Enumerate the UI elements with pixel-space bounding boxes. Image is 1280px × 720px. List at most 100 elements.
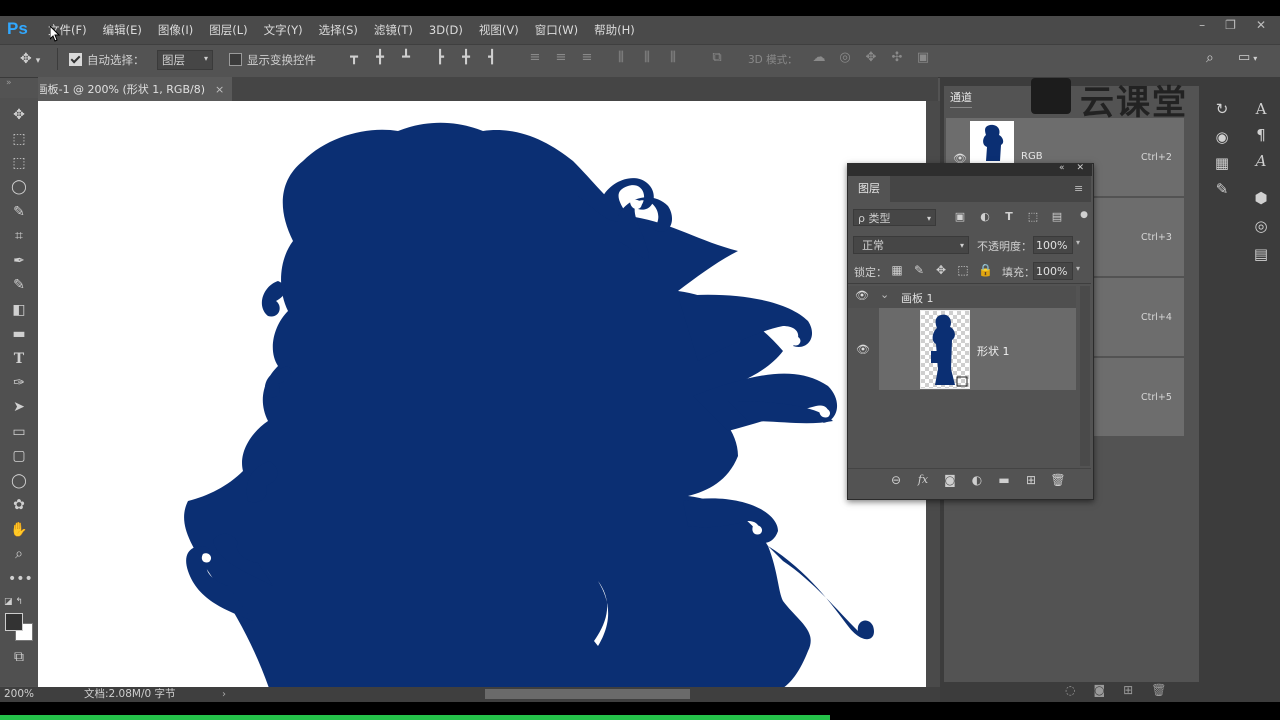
gradient-tool-icon[interactable]: ▬ [8, 324, 30, 344]
color-wheel-icon[interactable]: ◉ [1212, 128, 1232, 146]
3d-pan-icon[interactable]: ✥ [864, 51, 878, 65]
shape-visibility-eye-icon[interactable]: 👁 [856, 343, 870, 356]
layers-tab[interactable]: 图层 [848, 176, 890, 202]
ellipse-tool-icon[interactable]: ◯ [8, 471, 30, 491]
new-group-folder-icon[interactable]: ▬ [996, 473, 1012, 487]
auto-select-dropdown[interactable]: 图层 ▾ [157, 50, 213, 70]
align-bottom-icon[interactable]: ┻ [399, 51, 413, 65]
distribute-vcenter-icon[interactable]: ≡ [554, 51, 568, 65]
character-icon[interactable]: A [1251, 100, 1271, 118]
pixel-filter-icon[interactable]: ▣ [953, 210, 967, 223]
document-tab[interactable]: 画板-1 @ 200% (形状 1, RGB/8) * × [38, 77, 233, 101]
3d-roll-icon[interactable]: ◎ [838, 51, 852, 65]
horizontal-scrollbar-thumb[interactable] [485, 689, 690, 699]
auto-select-checkbox[interactable]: 自动选择： [69, 52, 145, 68]
menu-view[interactable]: 视图(V) [479, 22, 519, 38]
glyphs-icon[interactable]: A [1251, 152, 1271, 170]
restore-button[interactable]: ❐ [1225, 18, 1236, 32]
align-vcenter-icon[interactable]: ╋ [373, 51, 387, 65]
adjustment-filter-icon[interactable]: ◐ [978, 210, 992, 223]
crop-tool-icon[interactable]: ⌗ [8, 226, 30, 246]
type-filter-icon[interactable]: T [1002, 210, 1016, 223]
menu-window[interactable]: 窗口(W) [535, 22, 578, 38]
adobe-stock-icon[interactable]: ◎ [1251, 217, 1271, 235]
eraser-tool-icon[interactable]: ◧ [8, 300, 30, 320]
menu-layer[interactable]: 图层(L) [209, 22, 247, 38]
collapse-panel-icon[interactable]: « [1059, 163, 1065, 173]
artboard-tool-icon[interactable]: ⬚ [8, 129, 30, 149]
fill-dropdown-icon[interactable]: ▾ [1076, 264, 1080, 273]
save-selection-icon[interactable]: ◙ [1093, 683, 1105, 697]
link-layers-icon[interactable]: ⊖ [888, 473, 904, 487]
smart-object-filter-icon[interactable]: ▤ [1050, 210, 1064, 223]
new-channel-icon[interactable]: ⊞ [1123, 683, 1133, 697]
quick-select-tool-icon[interactable]: ✎ [8, 202, 30, 222]
align-right-icon[interactable]: ┫ [485, 51, 499, 65]
3d-slide-icon[interactable]: ✣ [890, 51, 904, 65]
default-colors-icon[interactable]: ◪ ↰ [4, 597, 23, 607]
distribute-right-icon[interactable]: ⫼ [666, 51, 680, 65]
lock-pixels-icon[interactable]: ✎ [912, 263, 926, 277]
distribute-left-icon[interactable]: ⫼ [614, 51, 628, 65]
type-tool-icon[interactable]: T [8, 349, 30, 369]
opacity-dropdown-icon[interactable]: ▾ [1076, 238, 1080, 247]
lasso-tool-icon[interactable]: ◯ [8, 177, 30, 197]
path-select-tool-icon[interactable]: ➤ [8, 397, 30, 417]
menu-type[interactable]: 文字(Y) [264, 22, 303, 38]
panel-menu-icon[interactable]: ≡ [1074, 182, 1083, 195]
screen-mode-icon[interactable]: ⧉ [8, 647, 30, 667]
distribute-bottom-icon[interactable]: ≡ [580, 51, 594, 65]
adjustment-layer-icon[interactable]: ◐ [969, 473, 985, 487]
close-panel-icon[interactable]: ✕ [1077, 163, 1085, 173]
lock-artboard-icon[interactable]: ⬚ [956, 263, 970, 277]
lock-position-icon[interactable]: ✥ [934, 263, 948, 277]
3d-scale-icon[interactable]: ▣ [916, 51, 930, 65]
menu-help[interactable]: 帮助(H) [594, 22, 635, 38]
layers-scrollbar[interactable] [1080, 286, 1090, 466]
brush-tool-icon[interactable]: ✎ [8, 275, 30, 295]
opacity-input[interactable]: 100% [1033, 236, 1073, 254]
libraries-icon[interactable]: ⬢ [1251, 189, 1271, 207]
menu-3d[interactable]: 3D(D) [429, 23, 463, 37]
foreground-color-swatch[interactable] [5, 613, 23, 631]
menu-select[interactable]: 选择(S) [319, 22, 358, 38]
shape-filter-icon[interactable]: ⬚ [1026, 210, 1040, 223]
brush-preset-icon[interactable]: ✎ [1212, 180, 1232, 198]
align-left-icon[interactable]: ┣ [433, 51, 447, 65]
channels-tab[interactable]: 通道 [950, 89, 972, 108]
more-tools-icon[interactable]: ••• [8, 569, 33, 589]
eyedropper-tool-icon[interactable]: ✒ [8, 251, 30, 271]
minimize-button[interactable]: – [1199, 18, 1205, 32]
align-top-icon[interactable]: ┳ [347, 51, 361, 65]
workspace-icon[interactable]: ▭ ▾ [1238, 50, 1257, 65]
collapse-tools-icon[interactable]: » [6, 78, 12, 88]
history-icon[interactable]: ↻ [1212, 100, 1232, 118]
canvas[interactable] [38, 101, 926, 687]
grid-icon[interactable]: ▦ [1212, 154, 1232, 172]
close-window-button[interactable]: ✕ [1256, 18, 1266, 32]
menu-image[interactable]: 图像(I) [158, 22, 193, 38]
pen-tool-icon[interactable]: ✑ [8, 373, 30, 393]
status-menu-arrow-icon[interactable]: › [222, 687, 226, 702]
zoom-level[interactable]: 200% [4, 687, 34, 702]
document-tab-close-icon[interactable]: × [215, 83, 224, 96]
auto-align-icon[interactable]: ⧉ [710, 51, 724, 65]
zoom-tool-icon[interactable]: ⌕ [8, 544, 30, 564]
new-layer-icon[interactable]: ⊞ [1023, 473, 1039, 487]
search-icon[interactable]: ⌕ [1206, 50, 1214, 66]
artboard-visibility-eye-icon[interactable]: 👁 [855, 289, 869, 302]
layers-panel-header[interactable] [847, 163, 1092, 176]
hand-tool-icon[interactable]: ✋ [8, 520, 30, 540]
delete-layer-icon[interactable]: 🗑 [1050, 473, 1066, 487]
load-selection-icon[interactable]: ◌ [1065, 683, 1075, 697]
distribute-hcenter-icon[interactable]: ⫼ [640, 51, 654, 65]
blend-mode-select[interactable]: 正常 ▾ [853, 236, 969, 254]
properties-icon[interactable]: ▤ [1251, 245, 1271, 263]
menu-filter[interactable]: 滤镜(T) [374, 22, 413, 38]
lock-all-icon[interactable]: 🔒 [978, 263, 993, 277]
show-transform-checkbox[interactable]: 显示变换控件 [229, 52, 316, 68]
layer-filter-select[interactable]: ρ 类型 ▾ [853, 209, 936, 226]
artboard-expand-chevron-icon[interactable]: ⌄ [880, 288, 889, 301]
delete-channel-icon[interactable]: 🗑 [1151, 683, 1166, 697]
fx-icon[interactable]: fx [915, 473, 931, 486]
